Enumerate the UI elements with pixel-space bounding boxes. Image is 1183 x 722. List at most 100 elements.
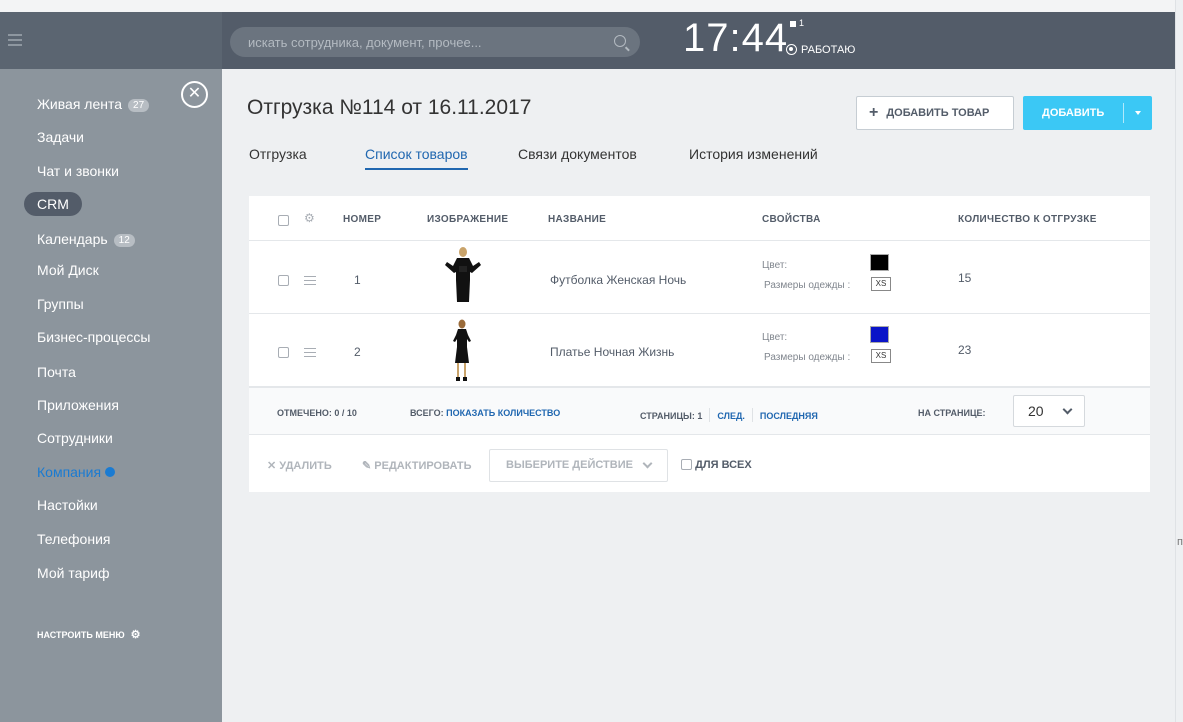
delete-label: УДАЛИТЬ [279,460,332,472]
add-label: ДОБАВИТЬ [1042,107,1105,119]
column-header-quantity[interactable]: КОЛИЧЕСТВО К ОТГРУЗКЕ [958,214,1097,225]
edit-label: РЕДАКТИРОВАТЬ [374,460,472,472]
work-status-icon[interactable] [786,44,797,55]
tab-shipment[interactable]: Отгрузка [249,146,307,162]
gear-icon[interactable]: ⚙ [304,211,315,225]
column-header-properties[interactable]: СВОЙСТВА [762,214,821,225]
selected-count: ОТМЕЧЕНО: 0 / 10 [277,408,357,418]
products-table: ⚙ НОМЕР ИЗОБРАЖЕНИЕ НАЗВАНИЕ СВОЙСТВА КО… [249,196,1150,492]
add-button[interactable]: ДОБАВИТЬ [1023,96,1152,130]
sidebar-item-feed[interactable]: Живая лента 27 [37,96,150,112]
work-status[interactable]: РАБОТАЮ [801,44,855,56]
quantity[interactable]: 15 [958,271,971,285]
clock[interactable]: 17:44 [683,16,788,61]
sidebar-item-label: Компания [37,464,102,480]
tab-history[interactable]: История изменений [689,146,818,162]
tab-product-list[interactable]: Список товаров [365,146,468,170]
drag-handle-icon[interactable] [304,276,316,285]
split-divider [1123,103,1124,123]
page-title: Отгрузка №114 от 16.11.2017 [247,96,532,119]
add-product-label: ДОБАВИТЬ ТОВАР [886,107,990,119]
product-name[interactable]: Футболка Женская Ночь [550,273,686,287]
for-all-toggle[interactable]: ДЛЯ ВСЕХ [681,459,752,471]
sidebar-item-crm[interactable]: CRM [24,192,82,216]
table-row[interactable]: 1 Футболка Женская Ночь Цвет: Размеры од… [249,242,1150,314]
edit-button[interactable]: ✎ РЕДАКТИРОВАТЬ [362,459,472,472]
pencil-icon: ✎ [362,460,372,472]
product-name[interactable]: Платье Ночная Жизнь [550,345,674,359]
column-header-number[interactable]: НОМЕР [343,214,381,225]
column-header-name[interactable]: НАЗВАНИЕ [548,214,606,225]
gear-icon: ⚙ [130,629,141,641]
close-icon[interactable]: ✕ [181,81,208,108]
right-edge-letter: п [1177,536,1183,548]
sidebar-item-tariff[interactable]: Мой тариф [37,565,109,581]
sidebar-item-apps[interactable]: Приложения [37,397,119,413]
table-row[interactable]: 2 Платье Ночная Жизнь Цвет: Размеры одеж… [249,315,1150,387]
selected-value: 0 / 10 [334,408,357,418]
column-header-image[interactable]: ИЗОБРАЖЕНИЕ [427,214,508,225]
row-number: 2 [354,345,361,359]
row-checkbox[interactable] [278,275,289,286]
sidebar-item-telephony[interactable]: Телефония [37,531,110,547]
row-checkbox[interactable] [278,347,289,358]
action-select[interactable]: ВЫБЕРИТЕ ДЕЙСТВИЕ [489,449,668,482]
size-label: Размеры одежды : [764,352,851,363]
search-input[interactable]: искать сотрудника, документ, прочее... [230,27,640,57]
right-edge-panel [1175,0,1183,722]
top-bar-left [0,12,222,69]
sidebar-item-label: Календарь [37,231,108,247]
select-all-checkbox[interactable] [278,215,289,226]
size-value: XS [871,277,891,291]
sidebar-item-disk[interactable]: Мой Диск [37,262,99,278]
sidebar-item-company[interactable]: Компания [37,464,116,480]
current-page[interactable]: 1 [697,411,702,421]
drag-handle-icon[interactable] [304,348,316,357]
chevron-down-icon [642,458,653,469]
pagination: СТРАНИЦЫ: 1 СЛЕД. ПОСЛЕДНЯЯ [640,408,818,422]
sidebar-item-employees[interactable]: Сотрудники [37,430,113,446]
product-image [445,247,481,302]
color-swatch [870,254,889,271]
chevron-down-icon [1062,404,1073,415]
total-label: ВСЕГО: [410,408,444,418]
table-footer: ОТМЕЧЕНО: 0 / 10 ВСЕГО: ПОКАЗАТЬ КОЛИЧЕС… [249,387,1150,435]
color-label: Цвет: [762,332,788,343]
search-icon[interactable] [614,35,626,47]
selected-label: ОТМЕЧЕНО: [277,408,332,418]
add-product-button[interactable]: + ДОБАВИТЬ ТОВАР [856,96,1014,130]
total-count: ВСЕГО: ПОКАЗАТЬ КОЛИЧЕСТВО [410,408,560,418]
top-bar: искать сотрудника, документ, прочее... 1… [0,12,1175,69]
notification-count: 1 [799,18,805,28]
delete-icon: ✕ [267,460,277,472]
configure-menu-button[interactable]: НАСТРОИТЬ МЕНЮ ⚙ [37,628,141,641]
product-image [453,319,471,381]
quantity[interactable]: 23 [958,343,971,357]
size-value: XS [871,349,891,363]
search-placeholder: искать сотрудника, документ, прочее... [248,35,482,50]
per-page-value: 20 [1028,403,1044,419]
per-page-label: НА СТРАНИЦЕ: [918,408,986,418]
configure-menu-label: НАСТРОИТЬ МЕНЮ [37,630,125,640]
delete-button[interactable]: ✕ УДАЛИТЬ [267,459,332,472]
sidebar-item-bizproc[interactable]: Бизнес-процессы [37,329,150,345]
show-count-link[interactable]: ПОКАЗАТЬ КОЛИЧЕСТВО [446,408,560,418]
per-page-select[interactable]: 20 [1013,395,1085,427]
hamburger-menu-icon[interactable] [8,34,22,46]
sidebar-item-groups[interactable]: Группы [37,296,84,312]
sidebar-item-chat[interactable]: Чат и звонки [37,163,119,179]
flag-icon[interactable] [790,21,796,27]
counter-badge: 27 [128,99,150,112]
sidebar-item-calendar[interactable]: Календарь 12 [37,231,135,247]
last-page-link[interactable]: ПОСЛЕДНЯЯ [760,411,818,421]
next-page-link[interactable]: СЛЕД. [717,411,745,421]
sidebar-item-mail[interactable]: Почта [37,364,76,380]
sidebar-item-settings[interactable]: Настойки [37,497,98,513]
tab-document-links[interactable]: Связи документов [518,146,637,162]
for-all-label: ДЛЯ ВСЕХ [695,459,752,471]
group-actions-bar: ✕ УДАЛИТЬ ✎ РЕДАКТИРОВАТЬ ВЫБЕРИТЕ ДЕЙСТ… [249,436,1150,492]
chevron-down-icon[interactable] [1135,111,1141,115]
sidebar-item-tasks[interactable]: Задачи [37,129,84,145]
for-all-checkbox[interactable] [681,459,692,470]
counter-badge: 12 [113,234,135,247]
